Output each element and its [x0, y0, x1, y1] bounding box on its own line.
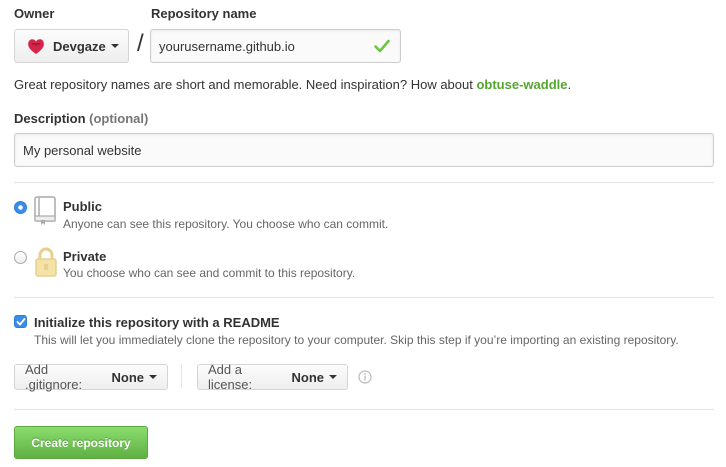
gitignore-value: None [111, 369, 145, 385]
vertical-divider [181, 364, 182, 388]
private-description: You choose who can see and commit to thi… [63, 266, 356, 280]
readme-checkbox[interactable] [14, 315, 27, 328]
owner-name: Devgaze [53, 38, 106, 54]
chevron-down-icon [149, 375, 157, 379]
repository-name-label: Repository name [151, 6, 257, 21]
gitignore-select-button[interactable]: Add .gitignore: None [14, 362, 168, 392]
name-suggestion-link[interactable]: obtuse-waddle [476, 77, 567, 92]
license-value: None [291, 369, 325, 385]
repository-name-input[interactable]: yourusername.github.io [150, 29, 401, 63]
description-input[interactable]: My personal website [14, 133, 714, 167]
devgaze-avatar-icon [28, 39, 44, 54]
description-value: My personal website [23, 142, 142, 158]
license-select-button[interactable]: Add a license: None [197, 362, 348, 392]
description-label-text: Description [14, 111, 86, 126]
divider [14, 409, 714, 410]
check-icon [374, 39, 390, 53]
owner-repo-separator: / [137, 30, 144, 57]
owner-label: Owner [14, 6, 55, 21]
repository-name-value: yourusername.github.io [159, 38, 295, 54]
divider [14, 182, 714, 183]
chevron-down-icon [329, 375, 337, 379]
private-radio[interactable] [14, 251, 27, 264]
hint-text: Great repository names are short and mem… [14, 77, 477, 92]
repository-name-hint: Great repository names are short and mem… [14, 77, 571, 92]
license-label: Add a license: [208, 362, 253, 392]
hint-end: . [567, 77, 572, 92]
private-title: Private [63, 249, 107, 264]
repo-book-icon [34, 196, 56, 225]
info-icon[interactable] [358, 370, 372, 384]
readme-title: Initialize this repository with a README [34, 315, 280, 330]
public-description: Anyone can see this repository. You choo… [63, 217, 389, 231]
create-repository-button[interactable]: Create repository [14, 426, 148, 459]
gitignore-label: Add .gitignore: [25, 362, 83, 392]
checkmark-icon [16, 318, 26, 326]
public-title: Public [63, 199, 103, 214]
public-radio[interactable] [14, 201, 27, 214]
readme-description: This will let you immediately clone the … [34, 333, 679, 347]
owner-select-button[interactable]: Devgaze [14, 29, 129, 63]
divider [14, 297, 714, 298]
chevron-down-icon [110, 44, 119, 48]
description-label: Description (optional) [14, 111, 148, 126]
optional-tag: (optional) [89, 111, 149, 126]
lock-icon [35, 247, 57, 277]
